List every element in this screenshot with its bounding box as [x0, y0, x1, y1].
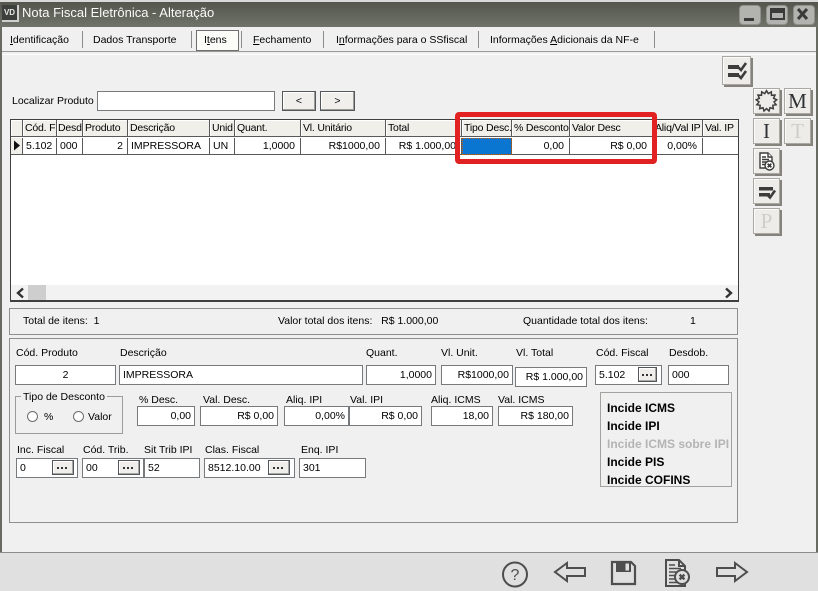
- svg-text:?: ?: [511, 567, 520, 584]
